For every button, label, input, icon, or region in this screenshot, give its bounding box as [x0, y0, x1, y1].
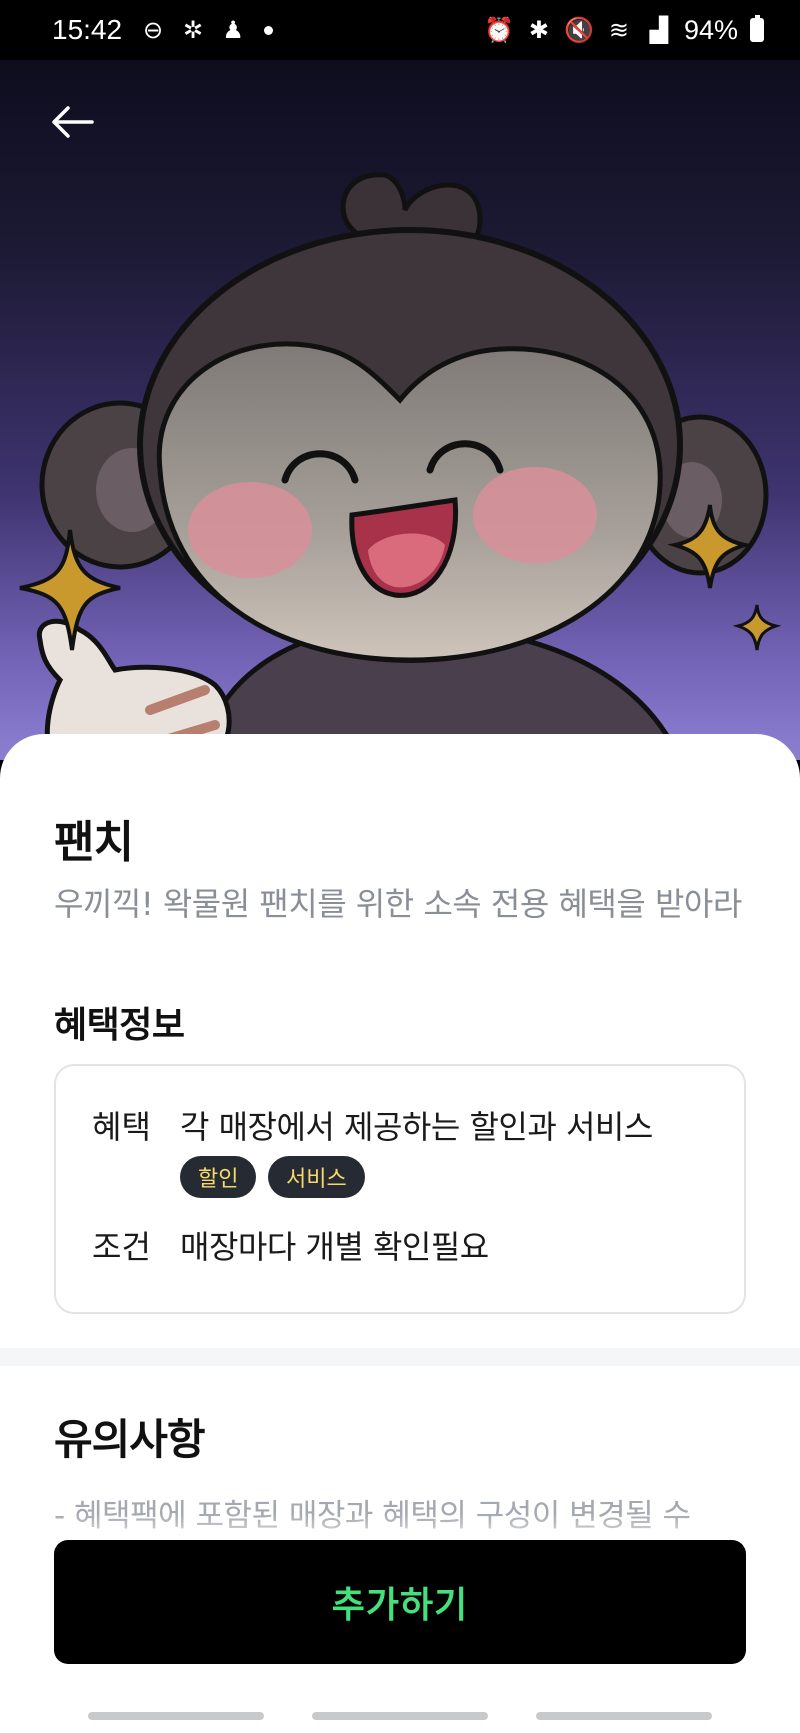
notification-dot-icon: [264, 25, 274, 35]
section-divider: [0, 1348, 800, 1366]
benefit-info-card: 혜택 각 매장에서 제공하는 할인과 서비스 할인 서비스 조건 매장마다 개별…: [54, 1064, 746, 1314]
alarm-icon: ⏰: [484, 16, 514, 44]
tag-service: 서비스: [268, 1156, 365, 1198]
notice-title: 유의사항: [54, 1415, 206, 1464]
mute-icon: 🔇: [564, 16, 594, 44]
benefit-value: 각 매장에서 제공하는 할인과 서비스: [180, 1108, 653, 1146]
status-right: ⏰ ✱ 🔇 ≋ ▟ 94%: [484, 15, 764, 46]
battery-percent: 94%: [683, 14, 738, 45]
bluetooth-icon: ✱: [528, 16, 549, 44]
condition-value: 매장마다 개별 확인필요: [180, 1228, 489, 1266]
do-not-disturb-icon: ⊖: [143, 16, 164, 44]
assistant-icon: ♟: [222, 16, 244, 44]
status-bar: 15:42 ⊖ ✲ ♟ ⏰ ✱ 🔇 ≋ ▟ 94%: [0, 0, 800, 60]
system-nav-bar: [0, 1690, 800, 1733]
arrow-left-icon: [52, 106, 94, 138]
status-time: 15:42: [52, 14, 123, 45]
status-left: 15:42 ⊖ ✲ ♟: [52, 14, 274, 46]
back-button[interactable]: [44, 94, 100, 150]
signal-icon: ▟: [649, 16, 669, 44]
wifi-icon: ≋: [608, 16, 629, 44]
monkey-illustration: [19, 172, 782, 760]
add-button[interactable]: 추가하기: [54, 1540, 746, 1664]
nav-recent-apps[interactable]: [88, 1712, 264, 1720]
hero-banner: [0, 60, 800, 760]
pack-title: 팬치: [54, 817, 134, 868]
nav-home[interactable]: [312, 1712, 488, 1720]
tag-discount: 할인: [180, 1156, 257, 1198]
nav-back[interactable]: [536, 1712, 712, 1720]
benefit-label: 혜택: [92, 1108, 151, 1146]
network-icon: ✲: [183, 16, 204, 44]
pack-description: 우끼끽! 왁물원 팬치를 위한 소속 전용 혜택을 받아라: [54, 885, 742, 923]
benefit-info-title: 혜택정보: [54, 1005, 185, 1046]
battery-icon: [750, 15, 764, 42]
condition-label: 조건: [92, 1228, 151, 1266]
